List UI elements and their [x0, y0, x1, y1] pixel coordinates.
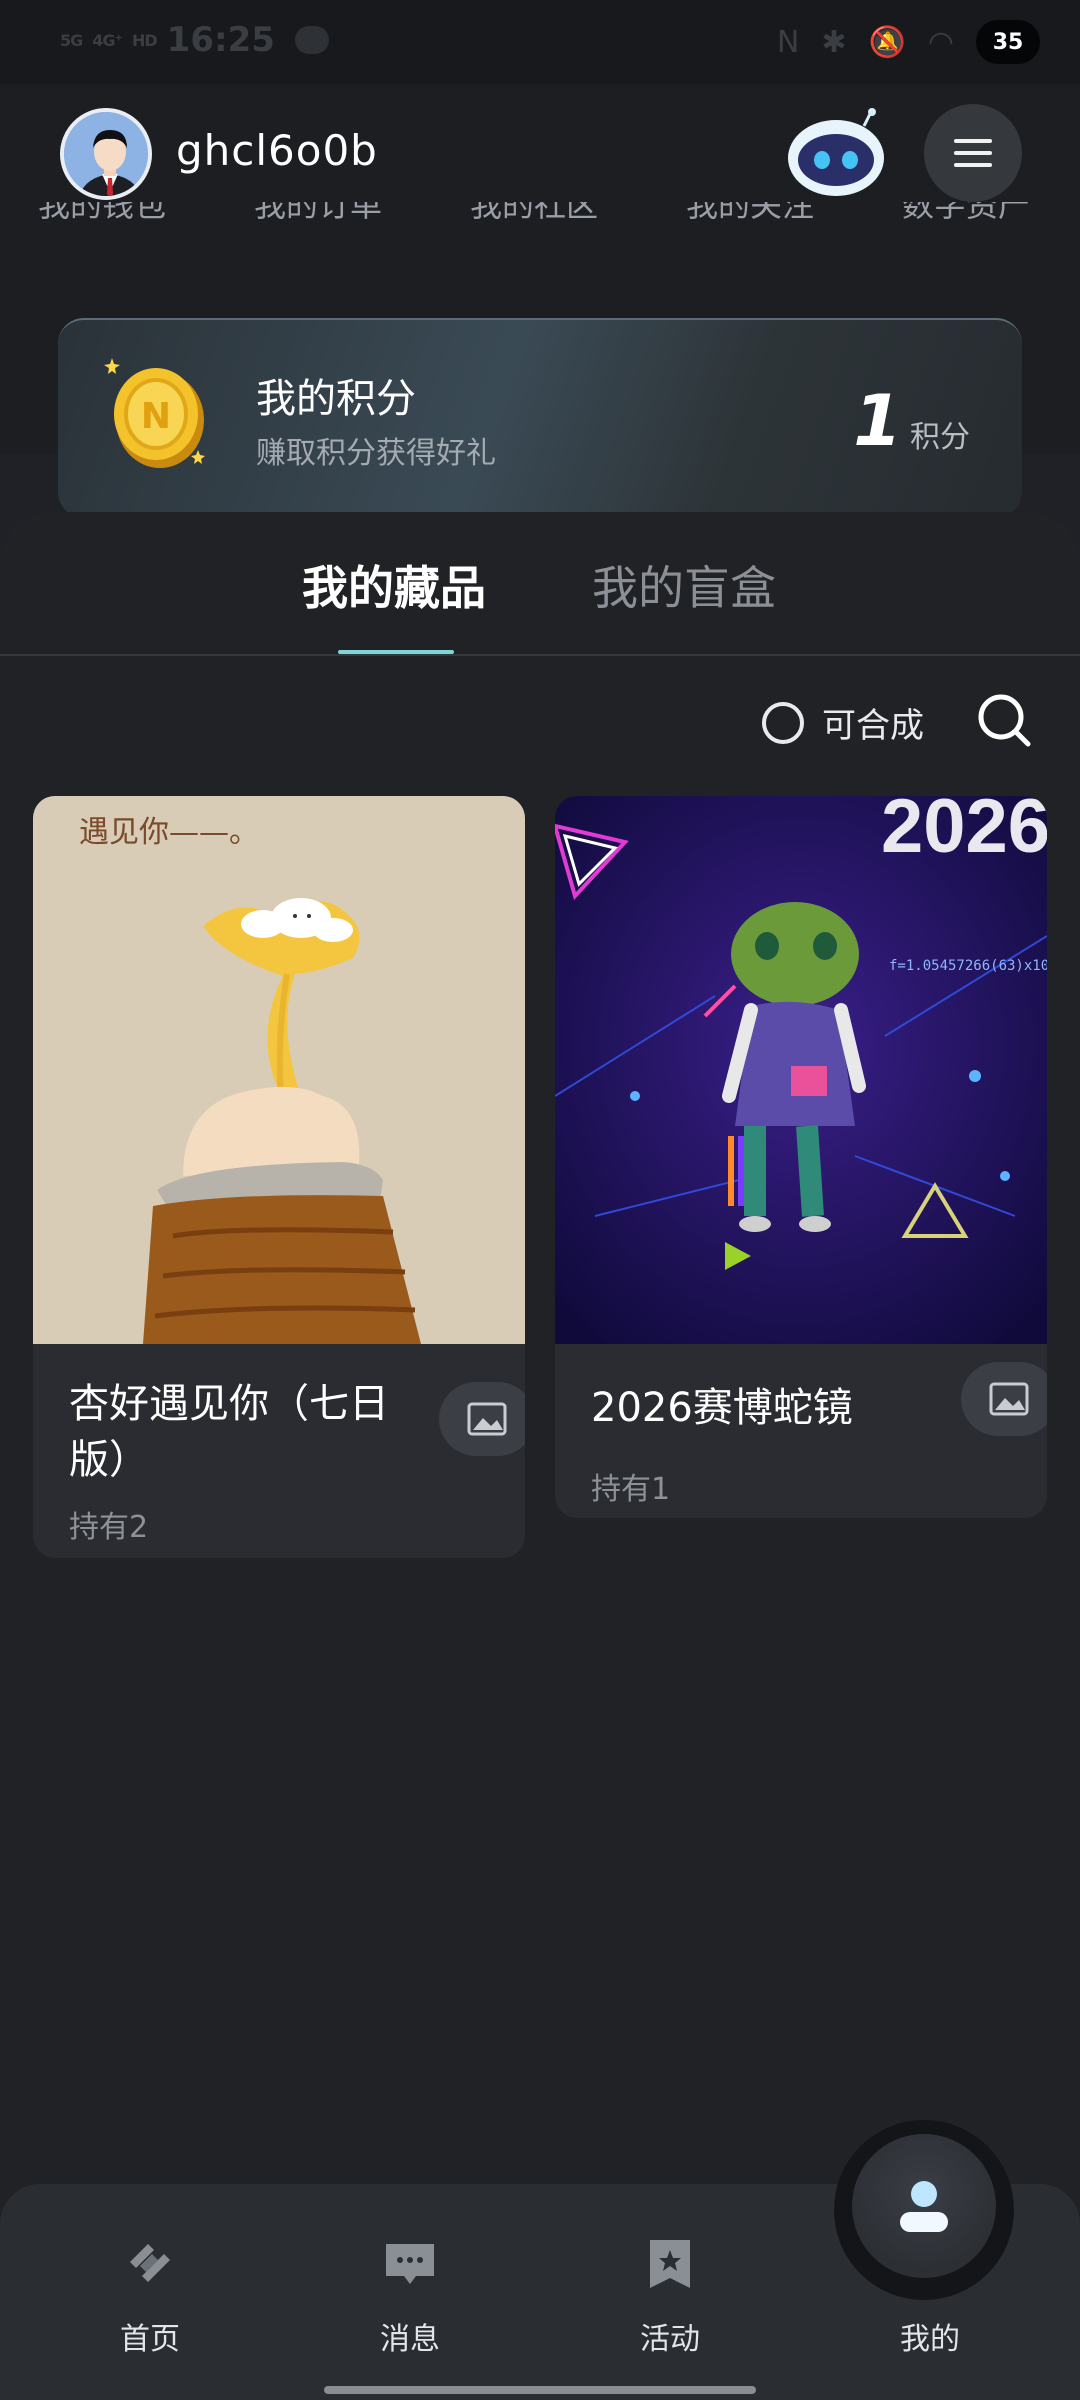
nav-messages-label: 消息 [380, 2322, 440, 2357]
mute-icon: 🔕 [868, 24, 906, 60]
svg-text:N: N [141, 396, 171, 437]
nav-home[interactable]: 首页 [70, 2236, 230, 2358]
tab-my-blind-boxes[interactable]: 我的盲盒 [592, 552, 776, 618]
message-icon [386, 2244, 434, 2284]
user-profile-icon [900, 2181, 948, 2232]
collectible-card[interactable]: 遇见你——。 杏好遇见你（七日版） 持有2 [33, 796, 525, 1558]
search-icon [978, 694, 1031, 747]
collectible-title: 2026赛博蛇镜 [591, 1385, 853, 1431]
ai-assistant-robot-icon[interactable] [786, 106, 886, 198]
nav-home-label: 首页 [120, 2322, 180, 2357]
tab-my-collectibles[interactable]: 我的藏品 [302, 552, 486, 618]
image-year-text: 2026 [881, 796, 1047, 869]
bookmark-star-icon [650, 2240, 690, 2288]
collection-tabs: 我的藏品 我的盲盒 [0, 512, 1080, 656]
points-value: 1 [853, 380, 902, 462]
view-image-button[interactable] [961, 1362, 1047, 1436]
nav-activity-label: 活动 [640, 2322, 700, 2357]
signal-4g: 4G⁺ [92, 30, 123, 50]
nav-messages[interactable]: 消息 [330, 2236, 490, 2358]
wifi-icon: ◠ [927, 24, 954, 60]
hamburger-icon [954, 131, 992, 175]
hd-badge: HD [131, 30, 158, 50]
synthesizable-filter[interactable]: 可合成 [762, 698, 924, 747]
gold-coin-icon: N [104, 356, 210, 472]
quick-link-wallet[interactable]: 我的钱包 [38, 202, 166, 226]
nfc-icon: N [776, 24, 800, 60]
collectible-image-ginkgo[interactable]: 遇见你——。 [33, 796, 525, 1344]
status-bar: 5G 4G⁺ HD 16:25 N ✱ 🔕 ◠ 35 [0, 0, 1080, 84]
quick-link-digital-assets[interactable]: 数字资产 [902, 202, 1030, 226]
image-icon [467, 1402, 507, 1436]
points-card[interactable]: N 我的积分 赚取积分获得好礼 1 积分 [58, 318, 1022, 518]
collectible-count: 持有2 [69, 1510, 149, 1545]
username[interactable]: ghcl6o0b [176, 126, 378, 175]
collectible-image-cyber-snake[interactable]: 2026 f=1.05457266(63)x10 [555, 796, 1047, 1344]
nav-mine-label: 我的 [900, 2322, 960, 2357]
nav-mine-button[interactable] [852, 2134, 996, 2278]
points-title: 我的积分 [256, 376, 416, 422]
synthesizable-radio[interactable] [762, 701, 804, 744]
tab-underline [338, 650, 454, 654]
nav-activity[interactable]: 活动 [590, 2236, 750, 2358]
search-button[interactable] [976, 692, 1032, 748]
menu-button[interactable] [924, 104, 1022, 202]
image-icon [989, 1382, 1029, 1416]
nav-mine[interactable]: 我的 [850, 2314, 1010, 2358]
battery-indicator: 35 [976, 20, 1040, 64]
chat-bubble-icon [294, 26, 329, 54]
points-subtitle: 赚取积分获得好礼 [256, 436, 496, 471]
collectible-count: 持有1 [591, 1472, 671, 1507]
avatar-illustration [64, 112, 148, 196]
quick-link-orders[interactable]: 我的订单 [254, 202, 382, 226]
synthesizable-label: 可合成 [822, 706, 924, 746]
home-indicator[interactable] [324, 2386, 756, 2394]
view-image-button[interactable] [439, 1382, 525, 1456]
home-logo-icon [130, 2244, 170, 2282]
signal-5g: 5G [60, 30, 83, 50]
quick-link-community[interactable]: 我的社区 [470, 202, 598, 226]
status-right: N ✱ 🔕 ◠ 35 [777, 20, 1040, 64]
status-left: 5G 4G⁺ HD 16:25 [60, 20, 329, 60]
quick-link-following[interactable]: 我的关注 [686, 202, 814, 226]
bluetooth-icon: ✱ [821, 24, 847, 60]
quick-links-row: 我的钱包 我的订单 我的社区 我的关注 数字资产 [0, 202, 1080, 232]
avatar[interactable] [60, 108, 152, 200]
collection-sheet: 我的藏品 我的盲盒 可合成 遇见你——。 杏好遇见你（七日版） 持有2 2026… [0, 512, 1080, 2400]
image-caption: 遇见你——。 [79, 815, 259, 850]
collectible-title: 杏好遇见你（七日版） [69, 1381, 389, 1483]
points-unit: 积分 [910, 420, 970, 455]
status-time: 16:25 [166, 20, 275, 60]
collectible-card[interactable]: 2026 f=1.05457266(63)x10 2026赛博蛇镜 持有1 [555, 796, 1047, 1518]
image-formula-text: f=1.05457266(63)x10 [889, 958, 1047, 974]
